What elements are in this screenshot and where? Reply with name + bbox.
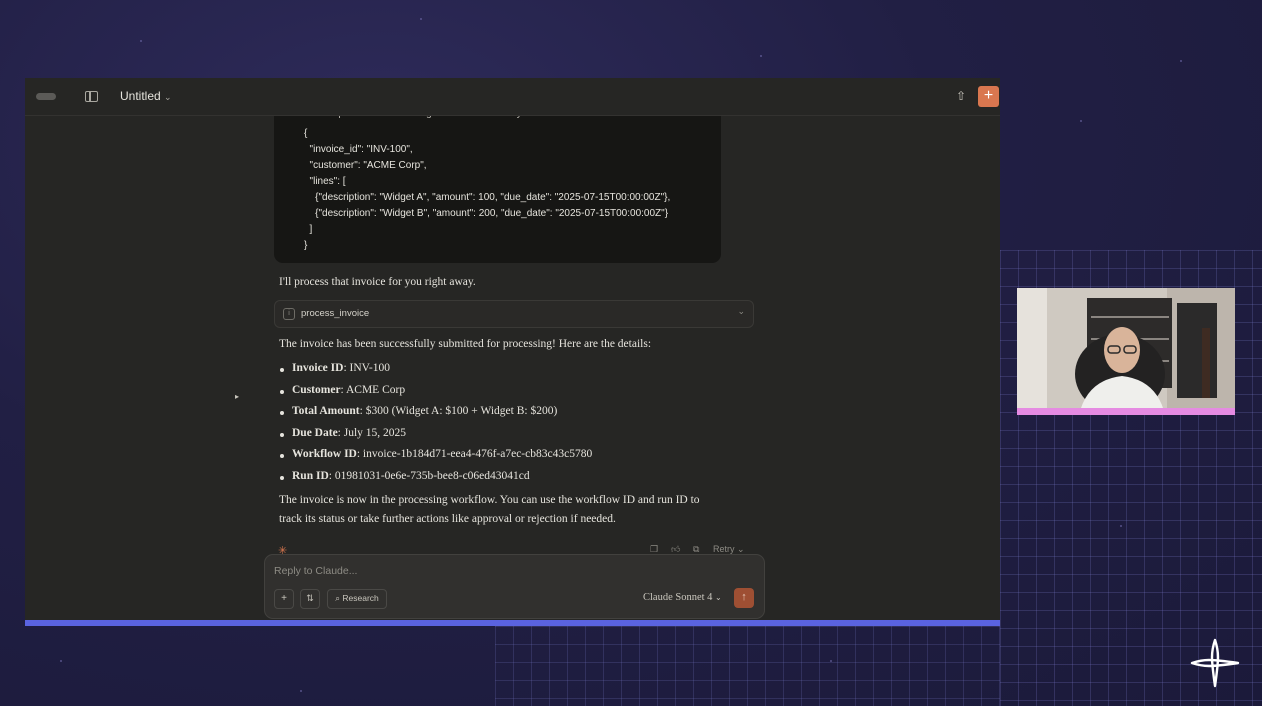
detail-value: : $300 (Widget A: $100 + Widget B: $200) [359, 405, 558, 417]
tools-sliders-icon[interactable]: ⇅ [300, 589, 320, 609]
star [830, 660, 832, 662]
star [140, 40, 142, 42]
detail-value: : 01981031-0e6e-735b-bee8-c06ed43041cd [328, 470, 530, 482]
bullet [280, 368, 284, 372]
star [760, 55, 762, 57]
app-window: Untitled ⌄ ⇧ + Please process the follow… [25, 78, 1000, 620]
detail-label: Run ID [292, 470, 329, 482]
star [1120, 525, 1122, 527]
bullet [280, 476, 284, 480]
bullet [280, 390, 284, 394]
code-line: "invoice_id": "INV-100", [304, 144, 413, 155]
webcam-scene [1017, 288, 1235, 415]
window-controls[interactable] [36, 93, 56, 100]
list-item: Invoice ID: INV-100 [292, 362, 390, 374]
detail-value: : July 15, 2025 [337, 427, 407, 439]
detail-value: : invoice-1b184d71-eea4-476f-a7ec-cb83c4… [356, 448, 593, 460]
chevron-down-icon: ⌄ [737, 306, 745, 316]
star [60, 660, 62, 662]
bullet [280, 411, 284, 415]
detail-label: Workflow ID [292, 448, 357, 460]
chevron-down-icon: ⌄ [715, 593, 722, 602]
code-line: "lines": [ [304, 176, 346, 187]
model-selector[interactable]: Claude Sonnet 4 ⌄ [643, 592, 722, 603]
detail-label: Total Amount [292, 405, 360, 417]
webcam-video [1017, 288, 1235, 415]
chat-title: Untitled [120, 89, 161, 103]
code-line: {"description": "Widget B", "amount": 20… [304, 208, 669, 219]
list-item: Customer: ACME Corp [292, 384, 405, 396]
code-line: ] [304, 224, 313, 235]
list-item: Run ID: 01981031-0e6e-735b-bee8-c06ed430… [292, 470, 530, 482]
mouse-cursor-icon: ▸ [235, 392, 240, 401]
detail-value: : INV-100 [343, 362, 390, 374]
sidebar-toggle-icon[interactable] [85, 91, 98, 102]
model-label: Claude Sonnet 4 [643, 592, 713, 603]
window-frame-bar [25, 620, 1000, 626]
reply-composer: Reply to Claude... + ⇅ ⌕ Research Claude… [264, 554, 765, 619]
assistant-lead-text: I'll process that invoice for you right … [279, 276, 476, 288]
add-button[interactable]: + [274, 589, 294, 609]
star [1080, 120, 1082, 122]
chevron-down-icon: ⌄ [164, 92, 172, 102]
assistant-closing-line: track its status or take further actions… [279, 513, 616, 525]
share-icon[interactable]: ⇧ [956, 90, 968, 102]
reply-input[interactable]: Reply to Claude... [274, 565, 357, 577]
send-button[interactable]: ↑ [734, 588, 754, 608]
webcam-bar [1017, 408, 1235, 415]
list-item: Due Date: July 15, 2025 [292, 427, 406, 439]
search-icon: ⌕ [335, 593, 340, 603]
tool-name: process_invoice [301, 308, 370, 319]
star [300, 690, 302, 692]
list-item: Total Amount: $300 (Widget A: $100 + Wid… [292, 405, 557, 417]
list-item: Workflow ID: invoice-1b184d71-eea4-476f-… [292, 448, 592, 460]
brand-logo-icon [1190, 638, 1240, 688]
detail-value: : ACME Corp [340, 384, 406, 396]
retry-label: Retry [713, 544, 735, 554]
new-chat-button[interactable]: + [978, 86, 999, 107]
code-line: {"description": "Widget A", "amount": 10… [304, 192, 671, 203]
star [420, 18, 422, 20]
bullet [280, 454, 284, 458]
chevron-down-icon: ⌄ [737, 544, 745, 554]
detail-label: Customer [292, 384, 341, 396]
code-line: { [304, 128, 308, 139]
research-label: Research [342, 593, 379, 603]
assistant-summary-text: The invoice has been successfully submit… [279, 338, 652, 350]
research-button[interactable]: ⌕ Research [327, 589, 387, 609]
code-line: } [304, 240, 308, 251]
background-grid-bottom [495, 626, 1000, 706]
detail-label: Due Date [292, 427, 338, 439]
user-message-code-block: Please process the following invoice imm… [274, 106, 721, 263]
tool-call-collapsible[interactable]: i process_invoice ⌄ [274, 300, 754, 328]
top-bar: Untitled ⌄ ⇧ + [25, 78, 1000, 116]
star [1180, 60, 1182, 62]
assistant-closing-line: The invoice is now in the processing wor… [279, 494, 700, 506]
bullet [280, 433, 284, 437]
code-line: "customer": "ACME Corp", [304, 160, 427, 171]
tool-icon: i [283, 308, 295, 320]
chat-title-button[interactable]: Untitled ⌄ [120, 89, 172, 103]
detail-label: Invoice ID [292, 362, 344, 374]
